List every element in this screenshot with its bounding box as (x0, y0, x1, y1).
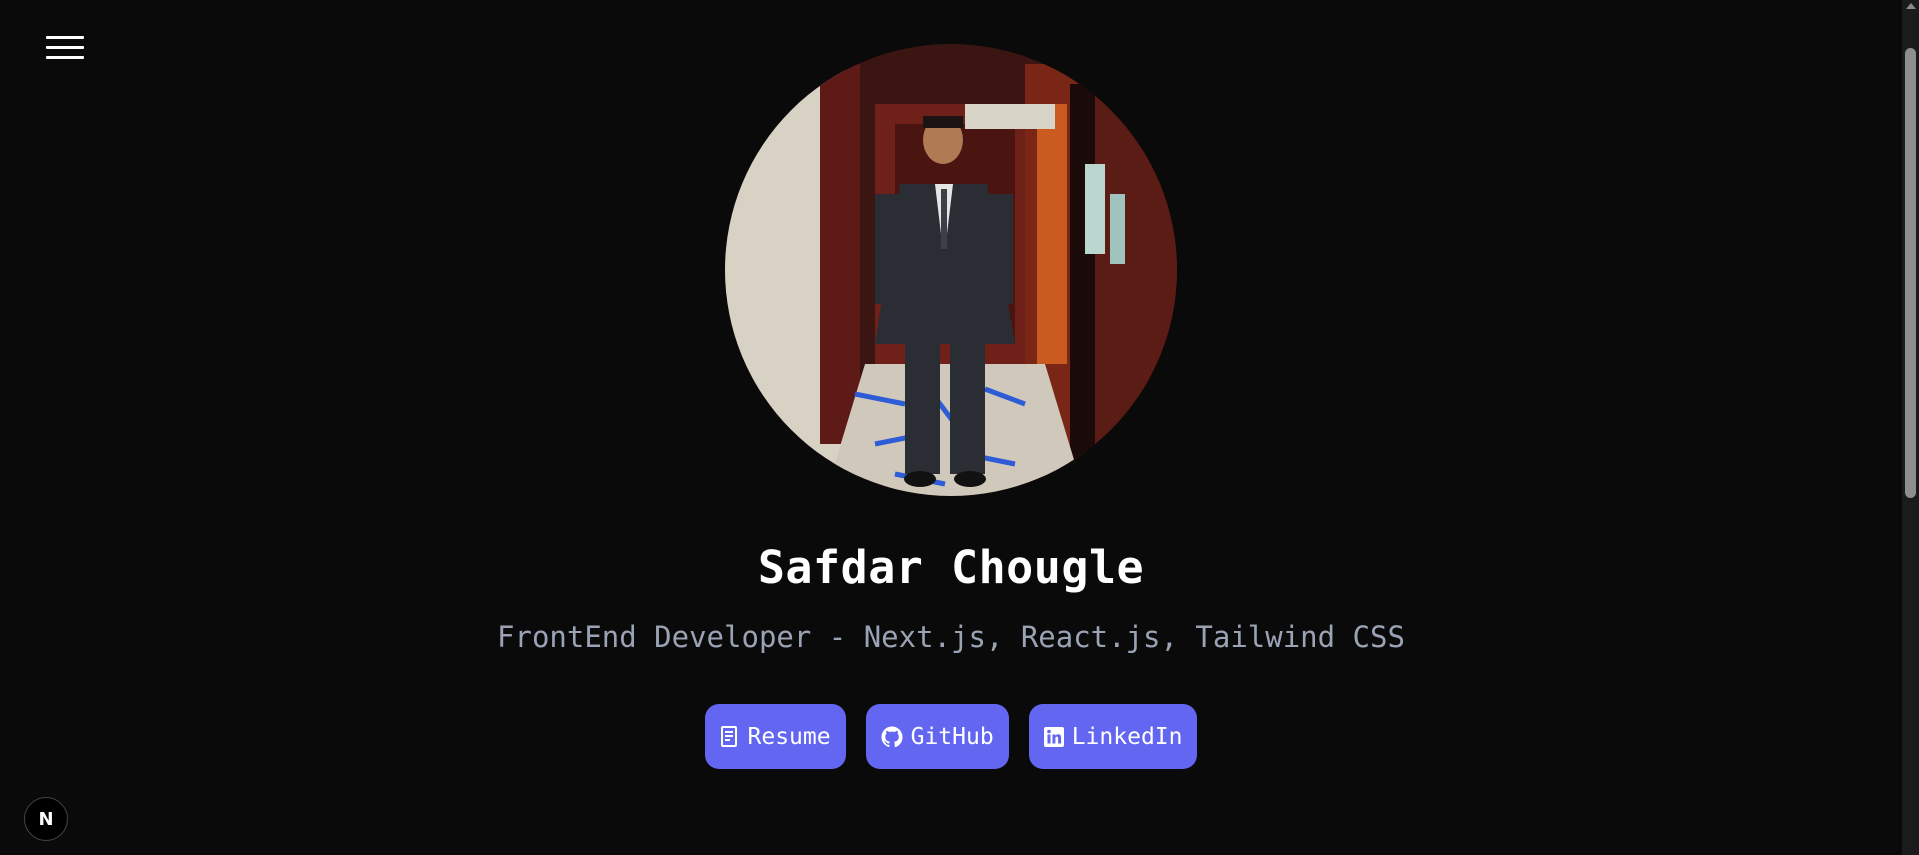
github-button-label: GitHub (910, 723, 994, 750)
document-icon (720, 725, 740, 748)
nextjs-logo-icon[interactable]: N (24, 797, 68, 841)
scrollbar-thumb[interactable] (1905, 48, 1916, 498)
resume-button[interactable]: Resume (704, 704, 846, 769)
vertical-scrollbar[interactable] (1902, 0, 1919, 855)
linkedin-button[interactable]: LinkedIn (1028, 704, 1198, 769)
profile-name: Safdar Chougle (757, 541, 1145, 594)
profile-photo (725, 44, 1177, 496)
linkedin-button-label: LinkedIn (1071, 723, 1183, 750)
profile-subtitle: FrontEnd Developer - Next.js, React.js, … (497, 620, 1405, 654)
hamburger-menu-icon[interactable] (44, 33, 84, 63)
nextjs-badge-label: N (38, 808, 54, 830)
resume-button-label: Resume (747, 723, 831, 750)
linkedin-icon (1043, 726, 1064, 747)
social-links: Resume GitHub LinkedIn (0, 704, 1902, 769)
github-button[interactable]: GitHub (865, 704, 1009, 769)
portfolio-page: Safdar Chougle FrontEnd Developer - Next… (0, 0, 1919, 855)
scroll-up-arrow-icon[interactable] (1906, 3, 1916, 9)
github-icon (881, 725, 903, 748)
